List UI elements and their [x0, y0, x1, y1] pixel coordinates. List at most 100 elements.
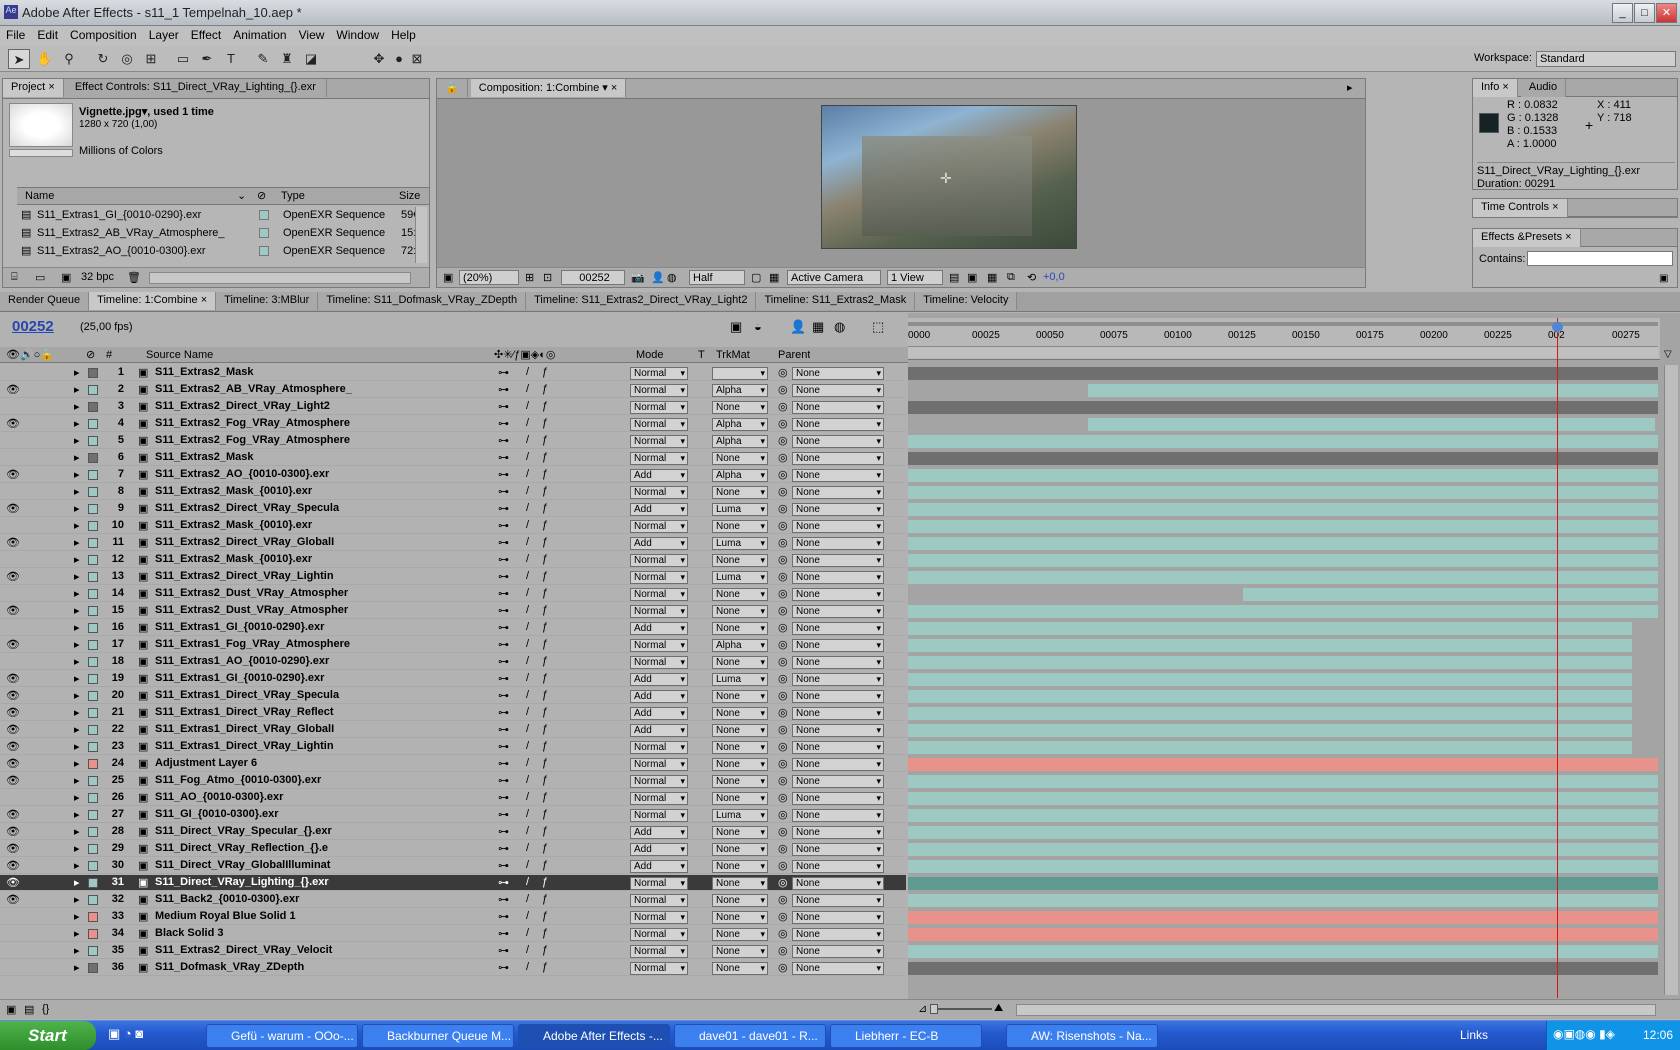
shy-switch-icon[interactable]: ⊶ — [498, 468, 509, 481]
layer-label-swatch[interactable] — [88, 589, 98, 599]
layer-mode-dropdown[interactable]: Normal — [630, 809, 688, 822]
layer-duration-bar[interactable] — [908, 860, 1658, 873]
layer-duration-bar[interactable] — [908, 962, 1658, 975]
shy-switch-icon[interactable]: ⊶ — [498, 910, 509, 923]
layer-source-name[interactable]: S11_Direct_VRay_GlobalIlluminat — [155, 859, 485, 871]
eye-icon[interactable]: 👁 — [6, 536, 20, 549]
effect-switch-icon[interactable]: ƒ — [542, 485, 548, 497]
expand-triangle-icon[interactable]: ▸ — [74, 536, 80, 549]
pickwhip-icon[interactable]: ◎ — [778, 825, 788, 838]
layer-duration-bar[interactable] — [908, 911, 1658, 924]
quality-switch-icon[interactable]: / — [526, 655, 529, 667]
quality-switch-icon[interactable]: / — [526, 638, 529, 650]
layer-parent-dropdown[interactable]: None — [792, 690, 884, 703]
layer-source-name[interactable]: S11_Extras2_Mask — [155, 366, 485, 378]
layer-label-swatch[interactable] — [88, 895, 98, 905]
tab-effects-presets[interactable]: Effects &Presets × — [1473, 229, 1581, 247]
layer-trkmat-dropdown[interactable]: None — [712, 486, 768, 499]
quality-switch-icon[interactable]: / — [526, 876, 529, 888]
layer-source-name[interactable]: S11_AO_{0010-0300}.exr — [155, 791, 485, 803]
quality-switch-icon[interactable]: / — [526, 825, 529, 837]
layer-label-swatch[interactable] — [88, 385, 98, 395]
transparency-grid-icon[interactable]: ▦ — [769, 271, 779, 284]
shy-switch-icon[interactable]: ⊶ — [498, 587, 509, 600]
effect-switch-icon[interactable]: ƒ — [542, 825, 548, 837]
quality-switch-icon[interactable]: / — [526, 621, 529, 633]
shy-switch-icon[interactable]: ⊶ — [498, 434, 509, 447]
layer-trkmat-dropdown[interactable]: None — [712, 622, 768, 635]
bpc-label[interactable]: 32 bpc — [81, 271, 114, 283]
eye-icon[interactable]: 👁 — [6, 825, 20, 838]
layer-mode-dropdown[interactable]: Normal — [630, 894, 688, 907]
quick-launch-icons[interactable]: ▣ ◔ ◙ — [108, 1026, 143, 1042]
layer-mode-dropdown[interactable]: Normal — [630, 758, 688, 771]
eye-icon[interactable]: 👁 — [6, 638, 20, 651]
layer-source-name[interactable]: S11_Extras2_Mask — [155, 451, 485, 463]
shy-switch-icon[interactable]: ⊶ — [498, 893, 509, 906]
close-icon[interactable]: × — [1502, 81, 1508, 93]
layer-label-swatch[interactable] — [88, 725, 98, 735]
layer-duration-bar[interactable] — [908, 758, 1658, 771]
layer-row[interactable]: 👁 ▸ 31 ▣ S11_Direct_VRay_Lighting_{}.exr ⊶ / ƒ N… — [0, 875, 906, 891]
eye-icon[interactable]: 👁 — [6, 842, 20, 855]
layer-label-swatch[interactable] — [88, 555, 98, 565]
eye-icon[interactable]: 👁 — [6, 774, 20, 787]
effect-switch-icon[interactable]: ƒ — [542, 570, 548, 582]
expand-triangle-icon[interactable]: ▸ — [74, 740, 80, 753]
layer-label-swatch[interactable] — [88, 504, 98, 514]
effect-switch-icon[interactable]: ƒ — [542, 502, 548, 514]
layer-trkmat-dropdown[interactable]: None — [712, 843, 768, 856]
layer-row[interactable]: 👁 ▸ 24 ▣ Adjustment Layer 6 ⊶ / ƒ Normal None ◎ Non… — [0, 756, 906, 772]
project-row[interactable]: ▤ S11_Extras2_AO_{0010-0300}.exr OpenEXR… — [17, 243, 415, 259]
toggle-pixel-aspect-icon[interactable]: ▤ — [949, 271, 959, 284]
layer-duration-bar[interactable] — [908, 877, 1658, 890]
current-time-display[interactable]: 00252 — [12, 318, 54, 335]
layer-trkmat-dropdown[interactable]: Luma — [712, 537, 768, 550]
close-button[interactable]: ✕ — [1656, 3, 1677, 23]
expand-triangle-icon[interactable]: ▸ — [74, 638, 80, 651]
layer-mode-dropdown[interactable]: Normal — [630, 639, 688, 652]
shy-switch-icon[interactable]: ⊶ — [498, 791, 509, 804]
layer-mode-dropdown[interactable]: Add — [630, 724, 688, 737]
col-type-header[interactable]: Type — [281, 190, 305, 202]
col-parent-header[interactable]: Parent — [778, 349, 810, 361]
layer-source-name[interactable]: S11_Extras1_Direct_VRay_Reflect — [155, 706, 485, 718]
pickwhip-icon[interactable]: ◎ — [778, 689, 788, 702]
layer-duration-bar[interactable] — [908, 367, 1658, 380]
layer-duration-bar[interactable] — [908, 622, 1633, 635]
layer-source-name[interactable]: Medium Royal Blue Solid 1 — [155, 910, 485, 922]
quality-switch-icon[interactable]: / — [526, 961, 529, 973]
layer-row[interactable]: 👁 ▸ 9 ▣ S11_Extras2_Direct_VRay_Specula ⊶ / ƒ Ad… — [0, 501, 906, 517]
region-of-interest-icon[interactable]: ▢ — [751, 271, 761, 284]
view-axis-icon[interactable]: ⊠ — [406, 49, 428, 69]
layer-parent-dropdown[interactable]: None — [792, 486, 884, 499]
layer-label-swatch[interactable] — [88, 640, 98, 650]
switches-icons[interactable]: ✣✳⁄ƒ▣◈◐◎ — [494, 348, 555, 361]
layer-parent-dropdown[interactable]: None — [792, 877, 884, 890]
layer-mode-dropdown[interactable]: Normal — [630, 877, 688, 890]
eye-icon[interactable]: 👁 — [6, 672, 20, 685]
layer-mode-dropdown[interactable]: Add — [630, 826, 688, 839]
layer-source-name[interactable]: Black Solid 3 — [155, 927, 485, 939]
layer-mode-dropdown[interactable]: Normal — [630, 775, 688, 788]
effect-switch-icon[interactable]: ƒ — [542, 808, 548, 820]
expand-triangle-icon[interactable]: ▸ — [74, 417, 80, 430]
pickwhip-icon[interactable]: ◎ — [778, 859, 788, 872]
effect-switch-icon[interactable]: ƒ — [542, 655, 548, 667]
effect-switch-icon[interactable]: ƒ — [542, 366, 548, 378]
layer-duration-bar[interactable] — [908, 690, 1633, 703]
menu-view[interactable]: View — [293, 26, 331, 44]
expand-triangle-icon[interactable]: ▸ — [74, 519, 80, 532]
layer-parent-dropdown[interactable]: None — [792, 911, 884, 924]
layer-source-name[interactable]: S11_Direct_VRay_Reflection_{}.e — [155, 842, 485, 854]
text-tool-icon[interactable]: T — [220, 49, 242, 69]
expand-triangle-icon[interactable]: ▸ — [74, 400, 80, 413]
menu-help[interactable]: Help — [385, 26, 422, 44]
start-button[interactable]: Start — [0, 1021, 96, 1050]
layer-trkmat-dropdown[interactable]: None — [712, 826, 768, 839]
pickwhip-icon[interactable]: ◎ — [778, 383, 788, 396]
layer-source-name[interactable]: S11_Extras1_Fog_VRay_Atmosphere — [155, 638, 485, 650]
snapshot-icon[interactable]: 📷 — [631, 271, 645, 284]
layer-row[interactable]: ▸ 14 ▣ S11_Extras2_Dust_VRay_Atmospher ⊶ / ƒ No… — [0, 586, 906, 602]
col-name-header[interactable]: Name — [25, 190, 54, 202]
